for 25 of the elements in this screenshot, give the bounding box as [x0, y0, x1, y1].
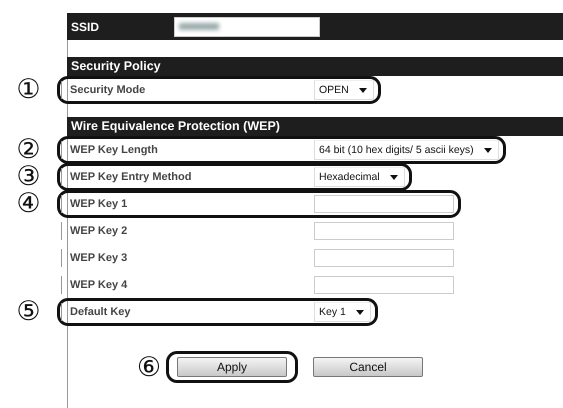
input-field[interactable] [314, 195, 454, 213]
dropdown[interactable]: 64 bit (10 hex digits/ 5 ascii keys) [314, 140, 499, 160]
dropdown[interactable]: OPEN [314, 80, 374, 100]
step-number: ⑤ [16, 299, 41, 325]
action-button[interactable]: Apply [177, 357, 287, 377]
dropdown[interactable]: Hexadecimal [314, 167, 405, 187]
input-field[interactable] [314, 249, 454, 267]
caret-icon [390, 174, 398, 180]
dropdown[interactable]: Key 1 [314, 302, 371, 322]
action-button[interactable]: Cancel [313, 357, 423, 377]
step-number: ④ [16, 191, 41, 217]
caret-icon [484, 148, 492, 152]
step-number: ③ [16, 164, 41, 190]
step-number: ⑥ [136, 352, 162, 382]
ssid-label: SSID [70, 20, 100, 34]
input-field[interactable] [314, 276, 454, 294]
caret-icon [356, 310, 364, 314]
section-header: Security Policy [67, 57, 563, 76]
input-field[interactable] [314, 222, 454, 240]
blurred-text [179, 23, 219, 30]
step-number: ② [16, 137, 41, 163]
caret-icon [358, 88, 367, 92]
ssid-field[interactable] [174, 16, 320, 36]
step-number: ① [16, 77, 41, 103]
section-header: Wire Equivalence Protection (WEP) [67, 117, 563, 136]
